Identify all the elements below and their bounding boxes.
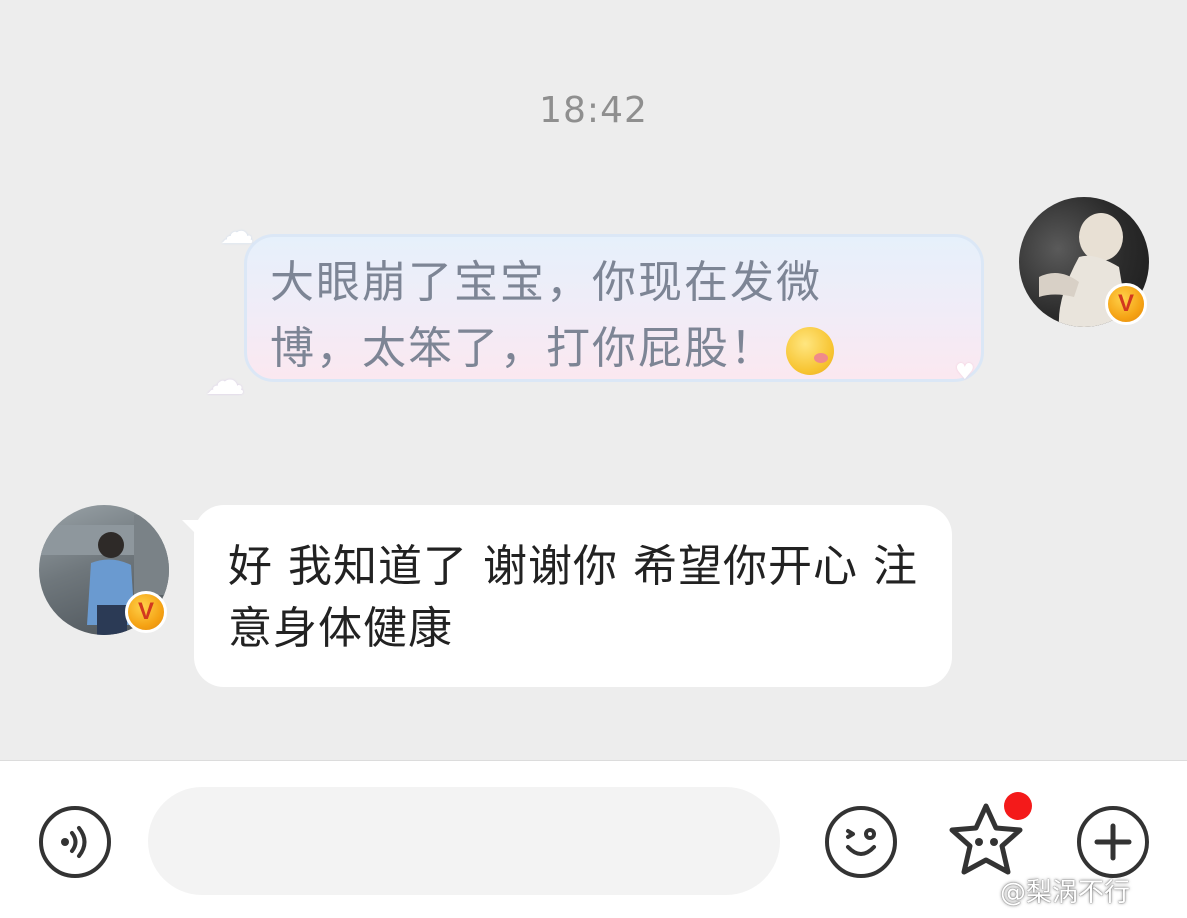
watermark-text: @梨涡不行 xyxy=(1000,878,1131,908)
smiley-icon xyxy=(846,828,876,856)
notification-dot xyxy=(1004,792,1032,820)
message-input[interactable] xyxy=(148,787,780,895)
voice-icon xyxy=(61,826,87,858)
emoji-button[interactable] xyxy=(825,806,897,878)
blushing-face-emoji-icon xyxy=(786,327,834,375)
heart-decoration-icon: ♥ xyxy=(955,360,975,385)
chat-area[interactable]: 18:42 ☁ ☁ ♥ 大眼崩了宝宝，你现在发微博，太笨了，打你屁股！ V 好 … xyxy=(0,0,1187,760)
cloud-decoration-icon: ☁ xyxy=(220,212,254,252)
outgoing-message-content: 大眼崩了宝宝，你现在发微博，太笨了，打你屁股！ xyxy=(270,257,822,374)
self-avatar[interactable]: V xyxy=(1019,197,1149,327)
outgoing-message-text: 大眼崩了宝宝，你现在发微博，太笨了，打你屁股！ xyxy=(270,250,910,382)
more-options-button[interactable] xyxy=(1077,806,1149,878)
message-timestamp: 18:42 xyxy=(539,90,648,131)
plus-icon xyxy=(1094,823,1132,861)
cloud-face-decoration-icon: ☁ xyxy=(205,358,245,404)
voice-button[interactable] xyxy=(39,806,111,878)
verified-badge-icon: V xyxy=(125,591,167,633)
incoming-message-text: 好 我知道了 谢谢你 希望你开心 注意身体健康 xyxy=(228,541,918,654)
verified-badge-icon: V xyxy=(1105,283,1147,325)
contact-avatar[interactable]: V xyxy=(39,505,169,635)
